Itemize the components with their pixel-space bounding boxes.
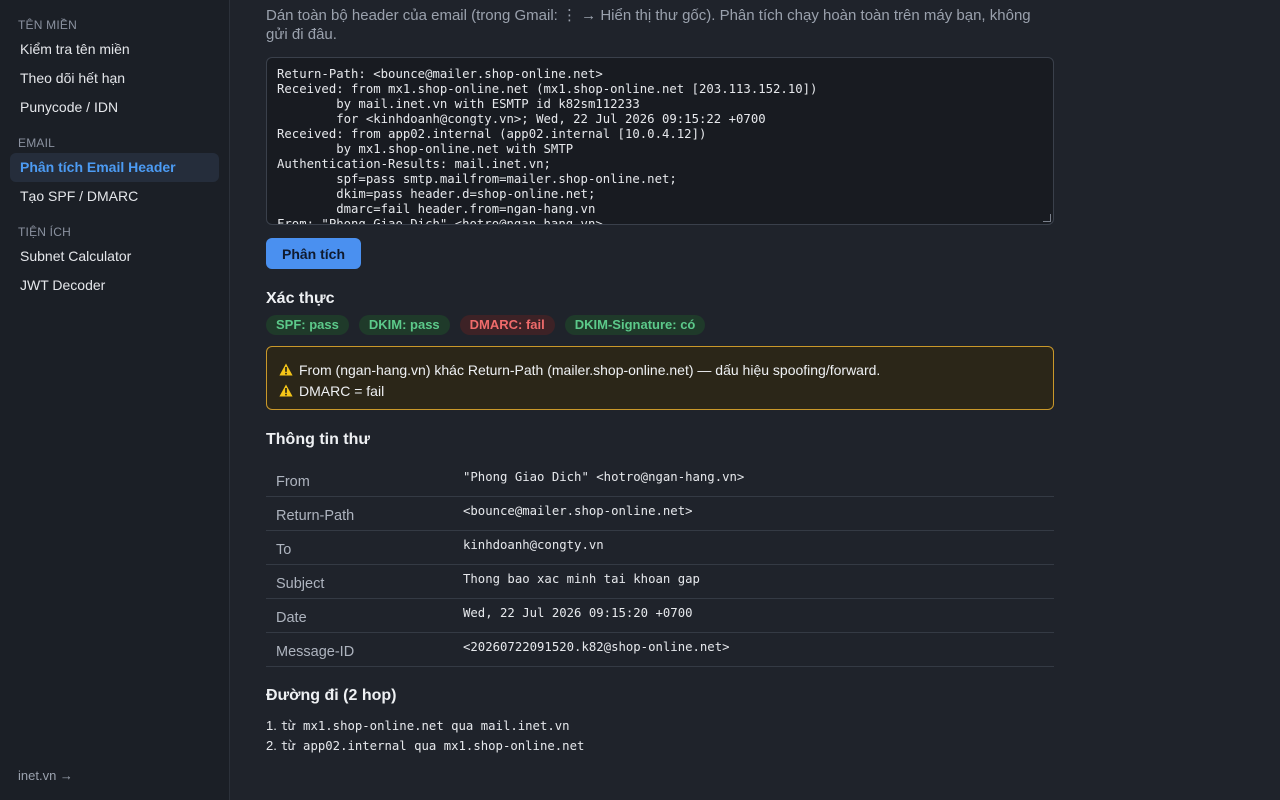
table-row: Date Wed, 22 Jul 2026 09:15:20 +0700 (266, 598, 1054, 633)
info-key: Subject (266, 564, 463, 599)
info-key: To (266, 530, 463, 565)
message-info-table: From "Phong Giao Dich" <hotro@ngan-hang.… (266, 462, 1054, 667)
sidebar-item-subnet-calculator[interactable]: Subnet Calculator (10, 242, 219, 271)
sidebar-item-punycode[interactable]: Punycode / IDN (10, 93, 219, 122)
route-hop-list: 1. từ mx1.shop-online.net qua mail.inet.v… (266, 718, 584, 758)
warning-text: From (ngan-hang.vn) khác Return-Path (ma… (299, 361, 881, 378)
list-item: 1. từ mx1.shop-online.net qua mail.inet.v… (266, 718, 584, 738)
warning-icon (279, 363, 293, 376)
info-key: Message-ID (266, 632, 463, 667)
info-value: "Phong Giao Dich" <hotro@ngan-hang.vn> (463, 462, 1054, 497)
info-section-title: Thông tin thư (266, 431, 370, 448)
table-row: Subject Thong bao xac minh tai khoan gap (266, 564, 1054, 599)
warning-line: From (ngan-hang.vn) khác Return-Path (ma… (279, 359, 1041, 380)
auth-section-title: Xác thực (266, 290, 335, 307)
warning-text: DMARC = fail (299, 382, 385, 399)
spf-status-badge: SPF: pass (266, 315, 349, 335)
info-key: From (266, 462, 463, 497)
warning-icon (279, 384, 293, 397)
dmarc-status-badge: DMARC: fail (459, 315, 555, 335)
main-content: Dán toàn bộ header của email (trong Gmai… (230, 0, 1280, 800)
info-value: <20260722091520.k82@shop-online.net> (463, 632, 1054, 667)
table-row: Message-ID <20260722091520.k82@shop-onli… (266, 632, 1054, 667)
table-row: Return-Path <bounce@mailer.shop-online.n… (266, 496, 1054, 531)
sidebar-item-email-header[interactable]: Phân tích Email Header (10, 153, 219, 182)
sidebar-group-utilities: TIỆN ÍCH (18, 225, 71, 239)
hop-number: 2. (266, 738, 277, 753)
warning-box: From (ngan-hang.vn) khác Return-Path (ma… (266, 346, 1054, 410)
sidebar-group-domain: TÊN MIỀN (18, 18, 77, 32)
hop-number: 1. (266, 718, 277, 733)
dkim-signature-badge: DKIM-Signature: có (564, 315, 706, 335)
footer-link[interactable]: inet.vn → (18, 768, 73, 783)
info-value: Thong bao xac minh tai khoan gap (463, 564, 1054, 599)
sidebar-item-jwt-decoder[interactable]: JWT Decoder (10, 271, 219, 300)
sidebar-item-domain-check[interactable]: Kiểm tra tên miền (10, 35, 219, 64)
sidebar-group-email: EMAIL (18, 136, 56, 150)
auth-badges: SPF: pass DKIM: pass DMARC: fail DKIM-Si… (266, 315, 706, 335)
warning-line: DMARC = fail (279, 380, 1041, 401)
info-value: kinhdoanh@congty.vn (463, 530, 1054, 565)
table-row: From "Phong Giao Dich" <hotro@ngan-hang.… (266, 462, 1054, 497)
info-value: Wed, 22 Jul 2026 09:15:20 +0700 (463, 598, 1054, 633)
list-item: 2. từ app02.internal qua mx1.shop-online.… (266, 738, 584, 758)
sidebar: TÊN MIỀN Kiểm tra tên miền Theo dõi hết … (0, 0, 230, 800)
dkim-status-badge: DKIM: pass (358, 315, 450, 335)
analyze-button[interactable]: Phân tích (266, 238, 361, 269)
info-key: Date (266, 598, 463, 633)
info-key: Return-Path (266, 496, 463, 531)
route-section-title: Đường đi (2 hop) (266, 687, 397, 704)
email-header-input[interactable]: Return-Path: <bounce@mailer.shop-online.… (266, 57, 1054, 225)
table-row: To kinhdoanh@congty.vn (266, 530, 1054, 565)
email-header-text[interactable]: Return-Path: <bounce@mailer.shop-online.… (277, 67, 1043, 224)
resize-handle-icon[interactable] (1043, 214, 1051, 222)
hop-text: từ mx1.shop-online.net qua mail.inet.vn (280, 719, 570, 733)
hop-text: từ app02.internal qua mx1.shop-online.ne… (280, 739, 585, 753)
page-description: Dán toàn bộ header của email (trong Gmai… (266, 7, 1031, 43)
sidebar-item-spf-dmarc[interactable]: Tạo SPF / DMARC (10, 182, 219, 211)
info-value: <bounce@mailer.shop-online.net> (463, 496, 1054, 531)
sidebar-item-expiry-watch[interactable]: Theo dõi hết hạn (10, 64, 219, 93)
